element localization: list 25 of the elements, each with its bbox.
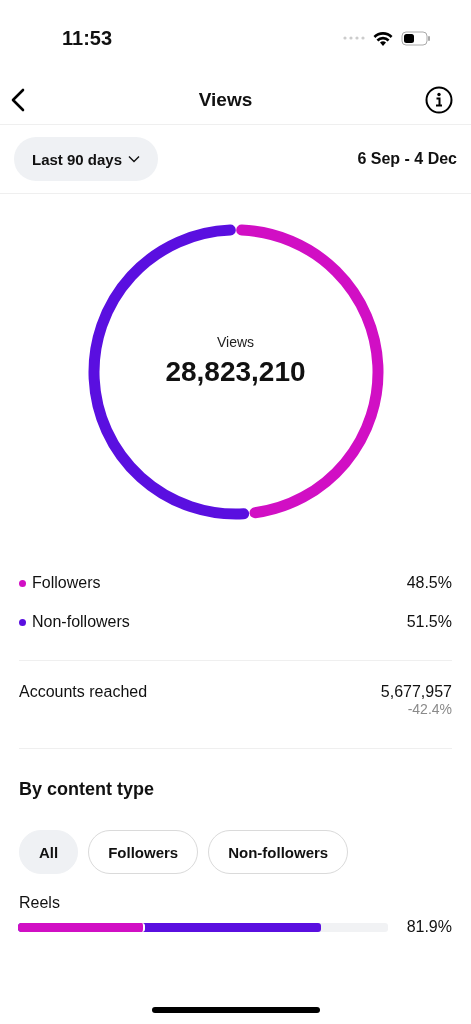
views-total: 28,823,210: [165, 356, 306, 388]
filter-chip[interactable]: All: [19, 830, 79, 874]
accounts-reached-label: Accounts reached: [19, 683, 148, 702]
date-range-dropdown[interactable]: Last 90 days: [14, 137, 159, 181]
back-icon[interactable]: [10, 88, 26, 112]
legend-label: Non-followers: [32, 613, 130, 631]
status-time: 11:53: [62, 26, 113, 50]
battery-icon: [401, 30, 431, 46]
legend-value: 51.5%: [406, 613, 452, 631]
change-percent: -42.4%: [407, 701, 452, 717]
accounts-reached-value: 5,677,957: [380, 683, 452, 701]
views-label: Views: [216, 334, 255, 350]
date-range: 6 Sep - 4 Dec: [357, 150, 457, 168]
chevron-down-icon: [128, 155, 141, 163]
page-title: Views: [198, 89, 253, 111]
legend-value: 48.5%: [406, 574, 452, 592]
content-type-percent: 81.9%: [406, 918, 452, 936]
legend-label: Followers: [32, 574, 101, 592]
info-icon[interactable]: [425, 86, 453, 114]
filter-chip[interactable]: Non-followers: [208, 830, 349, 874]
section-title: By content type: [18, 778, 156, 800]
filter-chip[interactable]: Followers: [88, 830, 199, 874]
content-type-label: Reels: [18, 893, 61, 912]
signal-icon: [343, 36, 365, 40]
wifi-icon: [373, 30, 393, 46]
